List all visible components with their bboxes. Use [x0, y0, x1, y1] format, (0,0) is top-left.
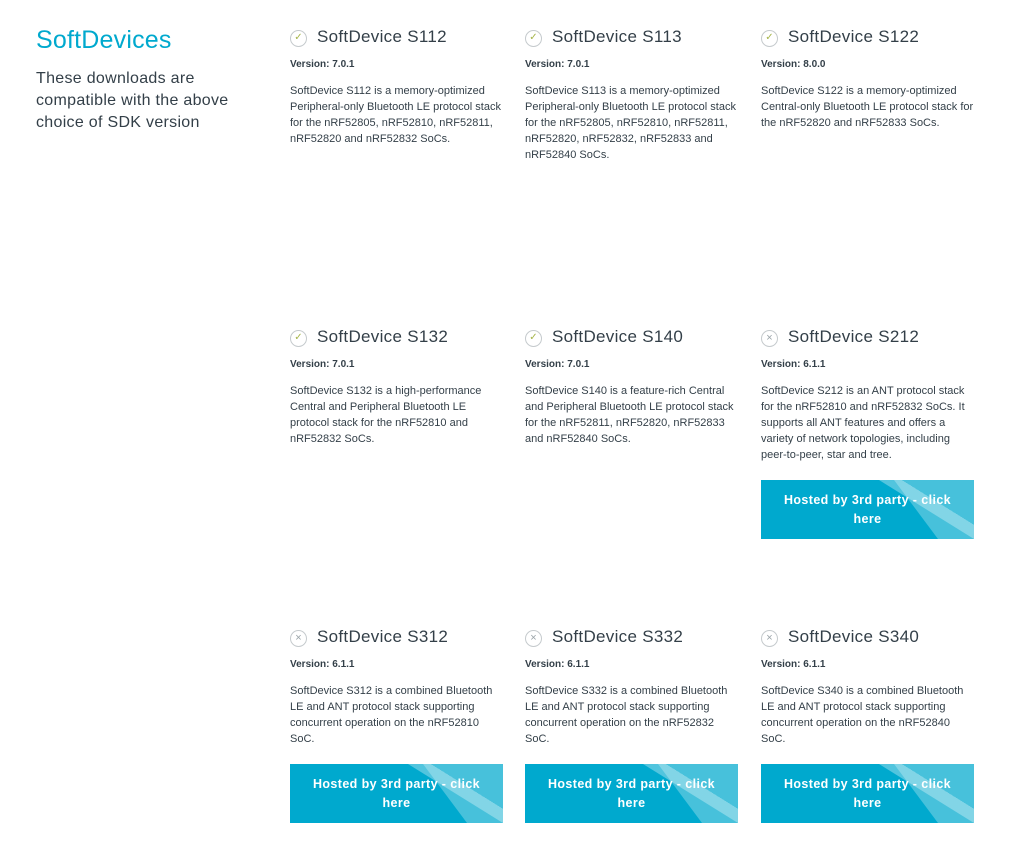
softdevice-card-s332: × SoftDevice S332 Version: 6.1.1 SoftDev…: [525, 624, 739, 823]
button-label: Hosted by 3rd party - click here: [547, 776, 716, 810]
card-header: × SoftDevice S312: [290, 624, 504, 650]
card-header: ✓ SoftDevice S132: [290, 324, 504, 350]
card-version: Version: 6.1.1: [761, 659, 826, 670]
card-header: ✓ SoftDevice S112: [290, 24, 504, 50]
softdevice-card-s113: ✓ SoftDevice S113 Version: 7.0.1 SoftDev…: [525, 24, 739, 163]
card-title: SoftDevice S312: [317, 627, 449, 646]
checkmark-icon: ✓: [761, 29, 778, 47]
softdevice-card-s312: × SoftDevice S312 Version: 6.1.1 SoftDev…: [290, 624, 504, 823]
card-description: SoftDevice S122 is a memory-optimized Ce…: [761, 85, 974, 129]
card-version: Version: 7.0.1: [525, 59, 590, 70]
card-version: Version: 6.1.1: [525, 659, 590, 670]
cross-icon: ×: [525, 629, 542, 647]
checkmark-icon: ✓: [290, 329, 307, 347]
card-description: SoftDevice S132 is a high-performance Ce…: [290, 385, 482, 445]
card-version: Version: 7.0.1: [525, 359, 590, 370]
softdevice-card-s340: × SoftDevice S340 Version: 6.1.1 SoftDev…: [761, 624, 975, 823]
card-header: ✓ SoftDevice S113: [525, 24, 739, 50]
card-title[interactable]: SoftDevice S140: [552, 327, 683, 347]
card-version: Version: 6.1.1: [761, 359, 826, 370]
page-title: SoftDevices: [36, 26, 172, 54]
card-version: Version: 7.0.1: [290, 59, 355, 70]
card-version: Version: 7.0.1: [290, 359, 355, 370]
card-header: × SoftDevice S332: [525, 624, 739, 650]
card-header: ✓ SoftDevice S140: [525, 324, 739, 350]
cross-icon: ×: [761, 329, 778, 347]
card-description: SoftDevice S212 is an ANT protocol stack…: [761, 385, 965, 461]
softdevice-card-s122: ✓ SoftDevice S122 Version: 8.0.0 SoftDev…: [761, 24, 975, 131]
cross-icon: ×: [761, 629, 778, 647]
card-header: × SoftDevice S212: [761, 324, 975, 350]
hosted-by-3rd-party-button[interactable]: Hosted by 3rd party - click here: [525, 764, 738, 823]
card-header: × SoftDevice S340: [761, 624, 975, 650]
button-label: Hosted by 3rd party - click here: [783, 492, 952, 526]
hosted-by-3rd-party-button[interactable]: Hosted by 3rd party - click here: [761, 764, 974, 823]
card-title[interactable]: SoftDevice S113: [552, 27, 682, 47]
checkmark-icon: ✓: [525, 329, 542, 347]
sidebar-description: These downloads are compatible with the …: [36, 70, 229, 131]
button-label: Hosted by 3rd party - click here: [312, 776, 481, 810]
softdevice-card-s212: × SoftDevice S212 Version: 6.1.1 SoftDev…: [761, 324, 975, 539]
softdevice-card-s112: ✓ SoftDevice S112 Version: 7.0.1 SoftDev…: [290, 24, 504, 147]
softdevice-card-s140: ✓ SoftDevice S140 Version: 7.0.1 SoftDev…: [525, 324, 739, 447]
card-title[interactable]: SoftDevice S112: [317, 27, 447, 47]
card-version: Version: 6.1.1: [290, 659, 355, 670]
sidebar: SoftDevices These downloads are compatib…: [36, 24, 256, 134]
hosted-by-3rd-party-button[interactable]: Hosted by 3rd party - click here: [761, 480, 974, 539]
button-label: Hosted by 3rd party - click here: [783, 776, 952, 810]
checkmark-icon: ✓: [525, 29, 542, 47]
card-description: SoftDevice S312 is a combined Bluetooth …: [290, 685, 493, 745]
card-title: SoftDevice S340: [788, 627, 920, 646]
card-header: ✓ SoftDevice S122: [761, 24, 975, 50]
softdevice-card-s132: ✓ SoftDevice S132 Version: 7.0.1 SoftDev…: [290, 324, 504, 447]
checkmark-icon: ✓: [290, 29, 307, 47]
cross-icon: ×: [290, 629, 307, 647]
card-title[interactable]: SoftDevice S122: [788, 27, 919, 47]
card-title: SoftDevice S212: [788, 327, 920, 346]
card-description: SoftDevice S340 is a combined Bluetooth …: [761, 685, 964, 745]
card-title: SoftDevice S332: [552, 627, 684, 646]
card-version: Version: 8.0.0: [761, 59, 826, 70]
card-description: SoftDevice S113 is a memory-optimized Pe…: [525, 85, 736, 161]
card-description: SoftDevice S332 is a combined Bluetooth …: [525, 685, 728, 745]
card-description: SoftDevice S140 is a feature-rich Centra…: [525, 385, 734, 445]
card-description: SoftDevice S112 is a memory-optimized Pe…: [290, 85, 501, 145]
hosted-by-3rd-party-button[interactable]: Hosted by 3rd party - click here: [290, 764, 503, 823]
card-title[interactable]: SoftDevice S132: [317, 327, 448, 347]
